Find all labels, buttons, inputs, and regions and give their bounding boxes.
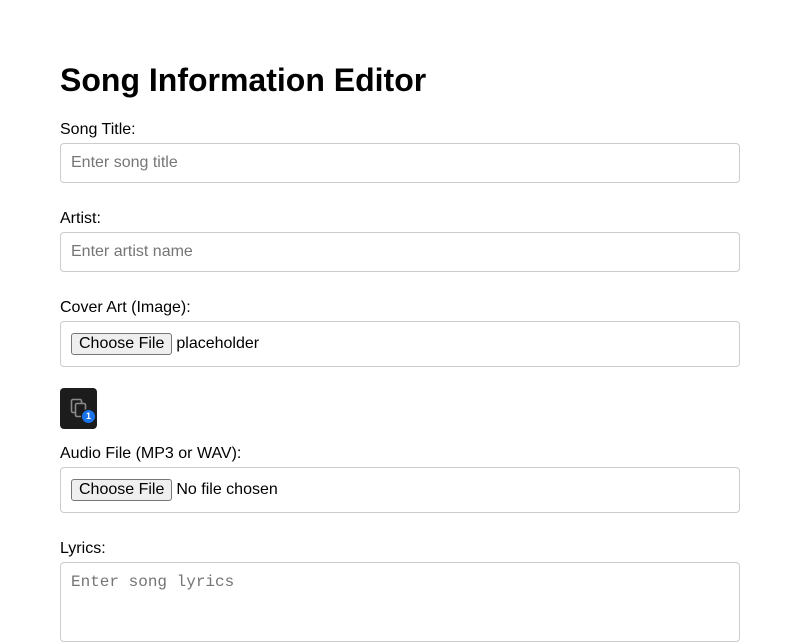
cover-art-file-input[interactable]: Choose File placeholder: [60, 321, 740, 367]
audio-file-choose-file-button[interactable]: Choose File: [71, 479, 173, 501]
song-title-input[interactable]: [60, 143, 740, 183]
cover-art-file-name: placeholder: [176, 335, 260, 352]
song-title-label: Song Title:: [60, 121, 136, 138]
audio-file-name: No file chosen: [176, 481, 278, 498]
lyrics-textarea[interactable]: [60, 562, 740, 642]
cover-art-preview[interactable]: 1: [60, 388, 97, 429]
cover-art-count-badge: 1: [81, 409, 96, 424]
artist-label: Artist:: [60, 210, 101, 227]
page-title: Song Information Editor: [60, 62, 427, 98]
cover-art-label: Cover Art (Image):: [60, 299, 191, 316]
audio-file-label: Audio File (MP3 or WAV):: [60, 445, 242, 462]
lyrics-label: Lyrics:: [60, 540, 106, 557]
artist-input[interactable]: [60, 232, 740, 272]
cover-art-choose-file-button[interactable]: Choose File: [71, 333, 173, 355]
audio-file-input[interactable]: Choose File No file chosen: [60, 467, 740, 513]
